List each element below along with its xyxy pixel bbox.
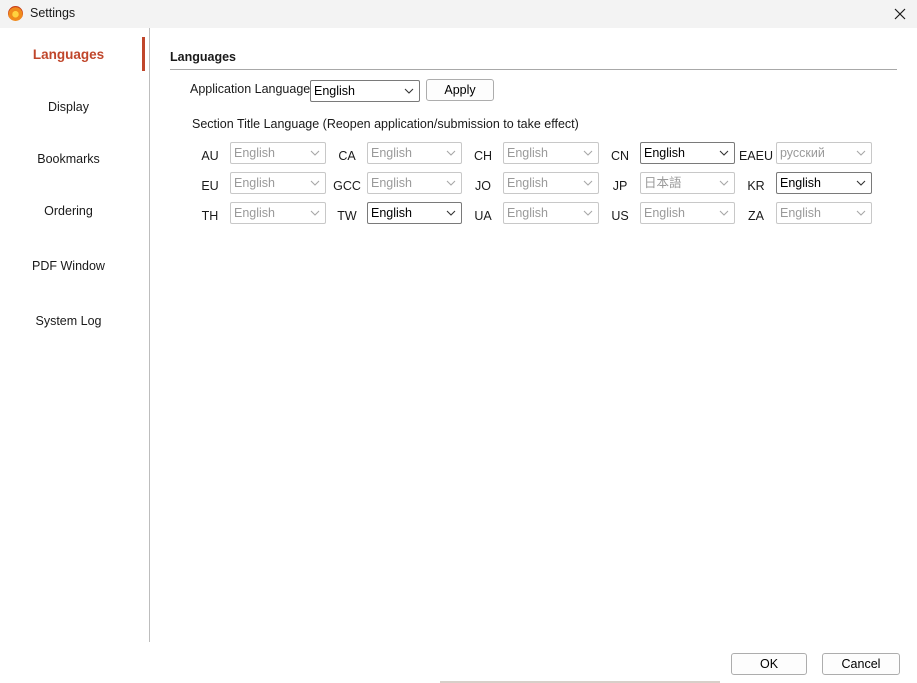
- sidebar-item-languages[interactable]: Languages: [0, 47, 137, 62]
- region-label-ua: UA: [474, 209, 492, 223]
- section-divider: [170, 69, 897, 70]
- close-button[interactable]: [883, 0, 917, 28]
- chevron-down-icon: [446, 180, 456, 186]
- region-label-tw: TW: [337, 209, 357, 223]
- sidebar-item-pdf-window[interactable]: PDF Window: [0, 259, 137, 273]
- region-label-cn: CN: [610, 149, 630, 163]
- region-value-ua: English: [507, 206, 548, 220]
- region-label-eaeu: EAEU: [738, 149, 774, 163]
- region-value-tw: English: [371, 206, 412, 220]
- app-logo-icon: [8, 6, 23, 21]
- region-label-za: ZA: [748, 209, 764, 223]
- chevron-down-icon: [404, 88, 414, 94]
- region-select-cn[interactable]: English: [640, 142, 735, 164]
- sidebar-item-display[interactable]: Display: [0, 100, 137, 114]
- region-select-eu[interactable]: English: [230, 172, 326, 194]
- chevron-down-icon: [856, 150, 866, 156]
- chevron-down-icon: [719, 180, 729, 186]
- region-value-ca: English: [371, 146, 412, 160]
- chevron-down-icon: [856, 180, 866, 186]
- region-select-ch[interactable]: English: [503, 142, 599, 164]
- region-label-ch: CH: [473, 149, 493, 163]
- sidebar-item-system-log[interactable]: System Log: [0, 314, 137, 328]
- region-select-jp[interactable]: 日本語: [640, 172, 735, 194]
- title-bar: Settings: [0, 0, 917, 28]
- region-value-cn: English: [644, 146, 685, 160]
- chevron-down-icon: [583, 150, 593, 156]
- region-label-ca: CA: [338, 149, 356, 163]
- section-title-language-label: Section Title Language (Reopen applicati…: [192, 117, 579, 131]
- region-value-th: English: [234, 206, 275, 220]
- region-value-gcc: English: [371, 176, 412, 190]
- chevron-down-icon: [583, 210, 593, 216]
- region-select-th[interactable]: English: [230, 202, 326, 224]
- sidebar-item-bookmarks[interactable]: Bookmarks: [0, 152, 137, 166]
- region-select-eaeu[interactable]: русский: [776, 142, 872, 164]
- region-select-au[interactable]: English: [230, 142, 326, 164]
- app-language-label: Application Language: [190, 82, 311, 96]
- chevron-down-icon: [719, 210, 729, 216]
- region-value-eu: English: [234, 176, 275, 190]
- region-value-us: English: [644, 206, 685, 220]
- chevron-down-icon: [856, 210, 866, 216]
- region-label-us: US: [611, 209, 629, 223]
- active-indicator: [142, 37, 145, 71]
- section-header: Languages: [170, 50, 236, 64]
- chevron-down-icon: [583, 180, 593, 186]
- apply-button[interactable]: Apply: [426, 79, 494, 101]
- chevron-down-icon: [446, 210, 456, 216]
- chevron-down-icon: [719, 150, 729, 156]
- sidebar: Languages Display Bookmarks Ordering PDF…: [0, 28, 150, 642]
- chevron-down-icon: [310, 150, 320, 156]
- region-label-jp: JP: [612, 179, 628, 193]
- region-select-jo[interactable]: English: [503, 172, 599, 194]
- region-value-jp: 日本語: [644, 176, 682, 190]
- region-label-eu: EU: [201, 179, 219, 193]
- region-select-us[interactable]: English: [640, 202, 735, 224]
- region-label-jo: JO: [475, 179, 491, 193]
- region-select-kr[interactable]: English: [776, 172, 872, 194]
- ok-button[interactable]: OK: [731, 653, 807, 675]
- chevron-down-icon: [310, 180, 320, 186]
- region-value-eaeu: русский: [780, 146, 825, 160]
- region-value-kr: English: [780, 176, 821, 190]
- region-value-ch: English: [507, 146, 548, 160]
- region-label-au: AU: [201, 149, 219, 163]
- region-select-ca[interactable]: English: [367, 142, 462, 164]
- region-label-gcc: GCC: [333, 179, 361, 193]
- region-select-ua[interactable]: English: [503, 202, 599, 224]
- close-icon: [894, 8, 906, 20]
- window-title: Settings: [30, 6, 76, 20]
- app-language-value: English: [314, 84, 355, 98]
- region-label-kr: KR: [747, 179, 765, 193]
- sidebar-item-ordering[interactable]: Ordering: [0, 204, 137, 218]
- chevron-down-icon: [446, 150, 456, 156]
- cancel-button[interactable]: Cancel: [822, 653, 900, 675]
- region-select-za[interactable]: English: [776, 202, 872, 224]
- region-label-th: TH: [201, 209, 219, 223]
- region-select-gcc[interactable]: English: [367, 172, 462, 194]
- region-value-jo: English: [507, 176, 548, 190]
- chevron-down-icon: [310, 210, 320, 216]
- region-select-tw[interactable]: English: [367, 202, 462, 224]
- app-language-select[interactable]: English: [310, 80, 420, 102]
- region-value-au: English: [234, 146, 275, 160]
- region-value-za: English: [780, 206, 821, 220]
